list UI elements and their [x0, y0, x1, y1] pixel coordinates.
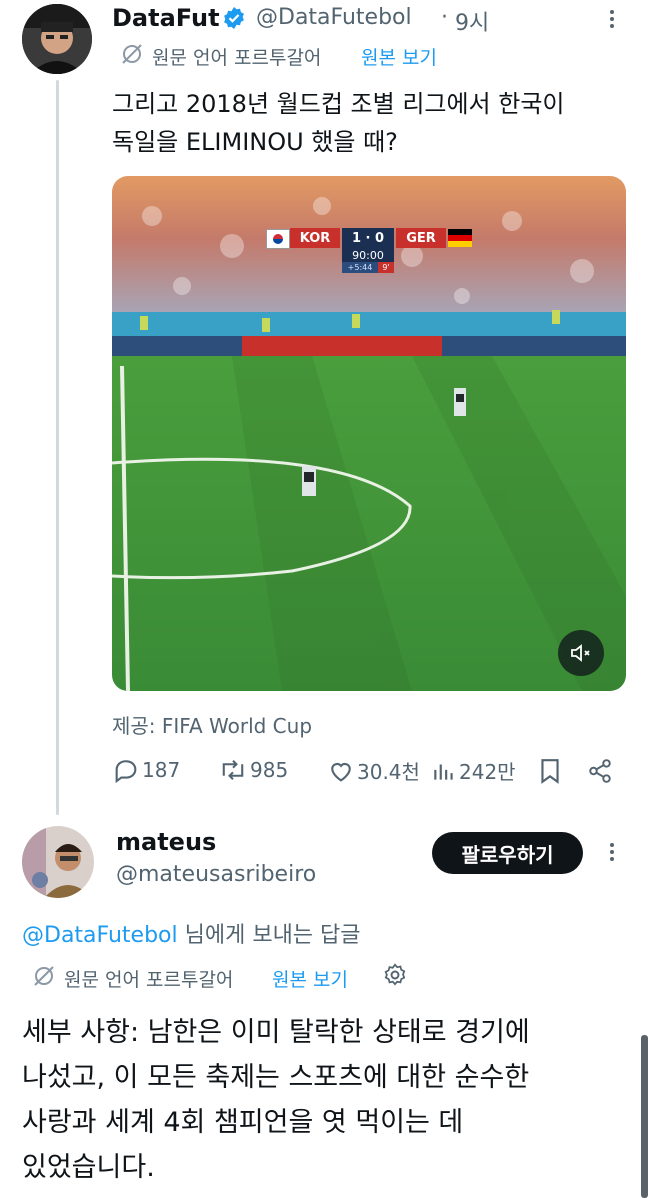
- retweet-icon: [222, 760, 244, 780]
- scoreboard: KOR 1 · 0 GER 90:00 +5:44 9': [266, 228, 474, 274]
- added-time: +5:44: [342, 262, 378, 273]
- thread-connector-line: [56, 80, 59, 815]
- translate-hint: 원문 언어 포르투갈어: [152, 47, 322, 69]
- view-original-link[interactable]: 원본 보기: [361, 43, 437, 70]
- reply-button[interactable]: 187: [112, 756, 180, 784]
- reply-author-handle[interactable]: @mateusasribeiro: [116, 862, 316, 887]
- reply-translate-icon: [32, 964, 56, 992]
- replying-to-suffix: 님에게 보내는 답글: [177, 923, 361, 948]
- tweet-text-line: 독일을 ELIMINOU 했을 때?: [112, 128, 398, 156]
- minute-badge: 9': [378, 262, 394, 273]
- translation-settings-gear-icon[interactable]: [382, 962, 408, 992]
- tweet-time[interactable]: 9시: [455, 5, 489, 37]
- reply-count: 187: [142, 758, 181, 782]
- speaker-muted-icon: [571, 644, 590, 662]
- reply-text-line: 나섰고, 이 모든 축제는 스포츠에 대한 순수한: [22, 1062, 530, 1093]
- reply-view-original-link[interactable]: 원본 보기: [272, 965, 348, 992]
- author-handle[interactable]: @DataFutebol: [256, 5, 412, 30]
- scrollbar[interactable]: [641, 1035, 648, 1198]
- away-team: GER: [396, 228, 446, 248]
- views-button[interactable]: 242만: [431, 756, 516, 785]
- verified-badge-icon: [222, 6, 246, 34]
- share-icon[interactable]: [587, 758, 613, 788]
- meta-separator: ·: [441, 5, 448, 30]
- reply-avatar-image: [22, 826, 94, 898]
- more-options-icon[interactable]: [602, 8, 622, 34]
- match-clock: 90:00: [342, 248, 394, 262]
- heart-icon: [331, 762, 351, 782]
- reply-text-line: 있었습니다.: [22, 1152, 155, 1183]
- media-source[interactable]: 제공: FIFA World Cup: [112, 710, 312, 739]
- reply-text-line: 세부 사항: 남한은 이미 탈락한 상태로 경기에: [22, 1017, 530, 1048]
- tweet-text-line: 그리고 2018년 월드컵 조별 리그에서 한국이: [112, 90, 565, 118]
- like-count: 30.4천: [357, 760, 420, 784]
- home-team: KOR: [290, 228, 340, 248]
- reply-author-avatar[interactable]: [22, 826, 94, 898]
- bookmark-icon[interactable]: [538, 757, 562, 789]
- korea-flag-icon: [266, 229, 290, 249]
- reply-icon: [115, 760, 137, 784]
- author-avatar[interactable]: [22, 4, 92, 74]
- germany-flag-icon: [448, 229, 472, 247]
- reply-more-options-icon[interactable]: [602, 841, 622, 867]
- reply-translate-hint: 원문 언어 포르투갈어: [64, 969, 234, 991]
- mute-button[interactable]: [558, 630, 604, 676]
- tweet-text: 그리고 2018년 월드컵 조별 리그에서 한국이 독일을 ELIMINOU 했…: [112, 85, 565, 161]
- replying-to-handle[interactable]: @DataFutebol: [22, 923, 178, 948]
- translate-icon: [120, 42, 144, 70]
- tweet-video[interactable]: KOR 1 · 0 GER 90:00 +5:44 9': [112, 176, 626, 691]
- retweet-count: 985: [250, 758, 289, 782]
- view-count: 242만: [459, 760, 516, 784]
- analytics-bar-icon: [434, 764, 453, 780]
- reply-author-name[interactable]: mateus: [116, 828, 216, 856]
- reply-text-line: 사랑과 세계 4회 챔피언을 엿 먹이는 데: [22, 1107, 464, 1138]
- score: 1 · 0: [342, 228, 394, 248]
- like-button[interactable]: 30.4천: [327, 756, 420, 785]
- author-name[interactable]: DataFut: [112, 4, 220, 32]
- retweet-button[interactable]: 985: [218, 756, 288, 784]
- reply-text: 세부 사항: 남한은 이미 탈락한 상태로 경기에 나섰고, 이 모든 축제는 …: [22, 1010, 530, 1190]
- avatar-image: [22, 4, 92, 74]
- follow-button[interactable]: 팔로우하기: [432, 832, 583, 874]
- replying-to: @DataFutebol 님에게 보내는 답글: [22, 917, 361, 949]
